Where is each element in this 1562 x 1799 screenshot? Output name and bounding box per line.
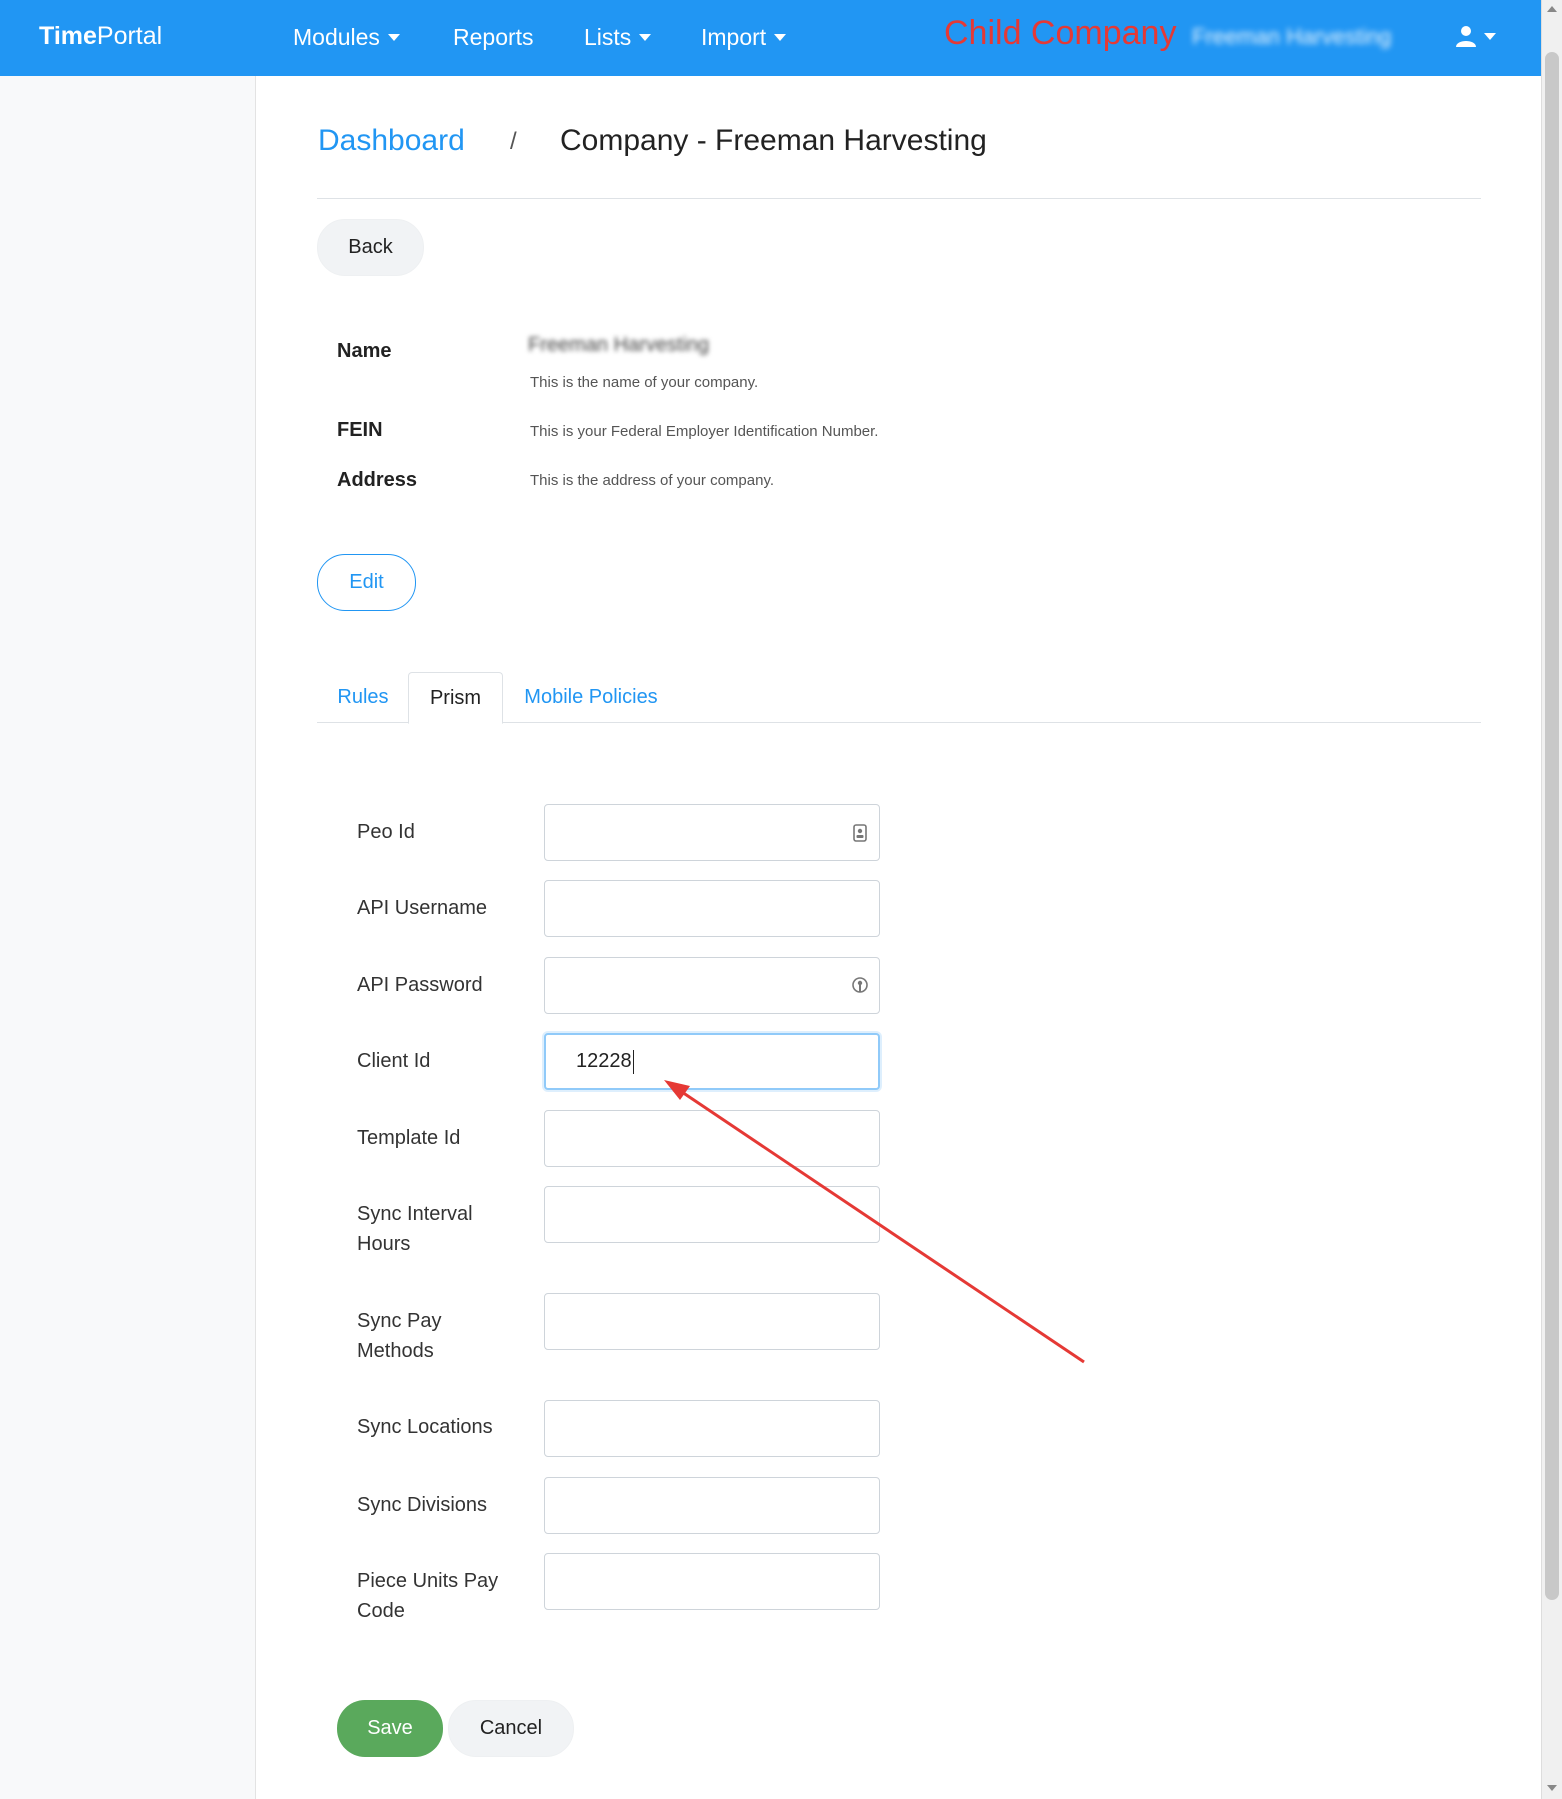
address-help-text: This is the address of your company. <box>530 472 774 489</box>
caret-down-icon <box>387 34 400 41</box>
vertical-scrollbar[interactable] <box>1541 0 1562 1799</box>
user-menu[interactable] <box>1454 24 1496 48</box>
cancel-button[interactable]: Cancel <box>448 1700 574 1757</box>
company-switcher[interactable]: Freeman Harvesting <box>1192 24 1416 52</box>
sync-pay-methods-input[interactable] <box>544 1293 880 1350</box>
sync-locations-label: Sync Locations <box>357 1416 493 1438</box>
company-name-value: Freeman Harvesting <box>528 334 710 356</box>
sync-locations-input[interactable] <box>544 1400 880 1457</box>
text-cursor <box>632 1049 634 1074</box>
sync-pay-methods-label: Sync Pay Methods <box>357 1310 442 1362</box>
brand-rest-text: Portal <box>96 22 163 50</box>
tab-prism[interactable]: Prism <box>408 672 503 724</box>
fein-label: FEIN <box>337 419 383 441</box>
sidebar <box>0 76 256 1799</box>
scrollbar-thumb[interactable] <box>1545 52 1559 1600</box>
scroll-down-arrow-icon[interactable] <box>1547 1785 1557 1791</box>
piece-units-pay-code-label: Piece Units Pay Code <box>357 1570 499 1622</box>
breadcrumb-separator: / <box>510 128 517 155</box>
nav-import-label: Import <box>701 24 767 50</box>
client-id-input[interactable]: 12228 <box>544 1033 880 1090</box>
tab-mobile-policies[interactable]: Mobile Policies <box>503 672 679 723</box>
page-title: Company - Freeman Harvesting <box>560 124 987 157</box>
edit-button[interactable]: Edit <box>317 554 416 611</box>
api-password-label: API Password <box>357 974 483 996</box>
sync-interval-hours-label: Sync Interval Hours <box>357 1203 473 1255</box>
key-icon[interactable] <box>851 976 869 996</box>
nav-modules-label: Modules <box>293 24 380 50</box>
api-username-input[interactable] <box>544 880 880 937</box>
back-button[interactable]: Back <box>317 219 424 276</box>
sync-divisions-label: Sync Divisions <box>357 1494 488 1516</box>
sync-interval-hours-input[interactable] <box>544 1186 880 1243</box>
scroll-up-arrow-icon[interactable] <box>1547 6 1557 12</box>
child-company-annotation: Child Company <box>944 14 1177 52</box>
breadcrumb-dashboard-link[interactable]: Dashboard <box>318 124 465 158</box>
address-label: Address <box>337 469 418 491</box>
tab-rules[interactable]: Rules <box>317 672 409 723</box>
nav-lists-label: Lists <box>584 24 632 50</box>
api-username-label: API Username <box>357 897 488 919</box>
brand-logo[interactable]: TimePortal <box>39 22 162 51</box>
template-id-label: Template Id <box>357 1127 461 1149</box>
nav-reports[interactable]: Reports <box>453 24 534 51</box>
save-button[interactable]: Save <box>337 1700 443 1757</box>
api-password-input[interactable] <box>544 957 880 1014</box>
peo-id-label: Peo Id <box>357 821 415 843</box>
name-label: Name <box>337 340 392 362</box>
fein-help-text: This is your Federal Employer Identifica… <box>530 423 879 440</box>
nav-lists[interactable]: Lists <box>584 24 652 51</box>
nav-reports-label: Reports <box>453 24 534 50</box>
caret-down-icon <box>774 34 787 41</box>
sync-divisions-input[interactable] <box>544 1477 880 1534</box>
user-icon <box>1456 26 1476 47</box>
brand-bold-text: Time <box>39 22 97 50</box>
contact-card-icon[interactable] <box>851 823 869 843</box>
nav-import[interactable]: Import <box>701 24 787 51</box>
divider <box>317 198 1481 199</box>
client-id-value: 12228 <box>576 1050 632 1072</box>
caret-down-icon <box>1484 32 1496 40</box>
caret-down-icon <box>639 34 652 41</box>
nav-modules[interactable]: Modules <box>293 24 400 51</box>
client-id-label: Client Id <box>357 1050 431 1072</box>
name-help-text: This is the name of your company. <box>530 374 759 391</box>
peo-id-input[interactable] <box>544 804 880 861</box>
piece-units-pay-code-input[interactable] <box>544 1553 880 1610</box>
top-navbar: TimePortal Modules Reports Lists Import … <box>0 0 1541 76</box>
template-id-input[interactable] <box>544 1110 880 1167</box>
